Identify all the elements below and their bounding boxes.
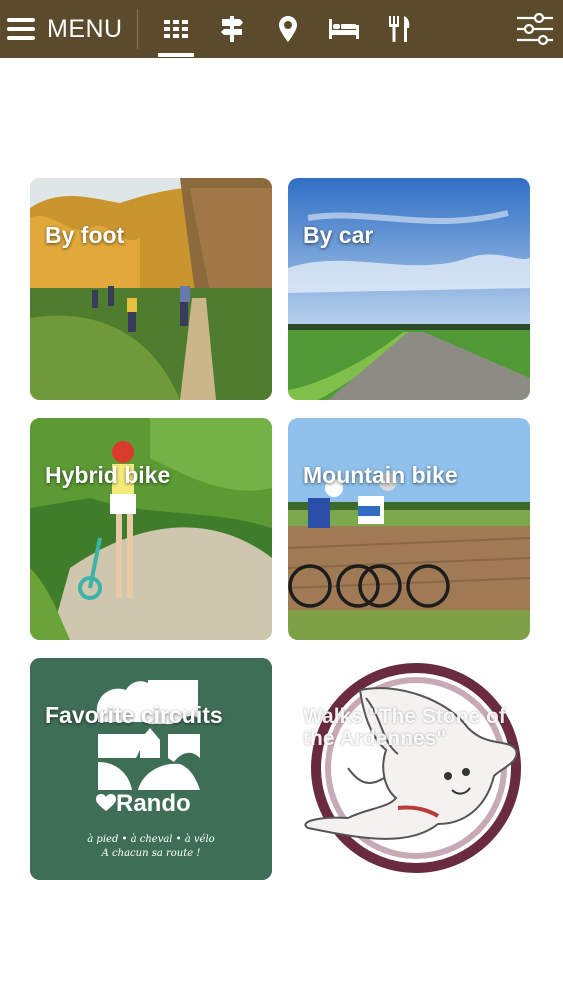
signpost-icon: [220, 16, 243, 42]
tile-by-foot[interactable]: By foot: [30, 178, 272, 400]
rando-logo-title: Rando: [116, 790, 191, 817]
nav-tab-grid[interactable]: [148, 0, 204, 58]
tile-label-by-car: By car: [303, 222, 374, 248]
nav-divider: [136, 9, 138, 49]
tile-hybrid-bike[interactable]: Hybrid bike: [30, 418, 272, 640]
mountain-bike-photo: [288, 418, 530, 640]
tile-label-hybrid-bike: Hybrid bike: [45, 462, 171, 488]
tile-label-mountain-bike: Mountain bike: [303, 462, 458, 488]
bed-icon: [328, 19, 359, 39]
tile-favorite-circuits[interactable]: Rando à pied • à cheval • à vélo A chacu…: [30, 658, 272, 880]
menu-button[interactable]: MENU: [0, 0, 137, 58]
top-nav-bar: MENU: [0, 0, 563, 58]
tile-label-by-foot: By foot: [45, 222, 125, 248]
child-bike-photo: [30, 418, 272, 640]
tile-by-car[interactable]: By car: [288, 178, 530, 400]
map-pin-icon: [278, 16, 297, 42]
hamburger-icon: [7, 18, 35, 40]
ghost-mascot-logo: [288, 658, 530, 880]
rando-logo-icon: [30, 658, 272, 880]
heart-icon: [96, 794, 116, 811]
tile-mountain-bike[interactable]: Mountain bike: [288, 418, 530, 640]
tile-label-favorite-circuits: Favorite circuits: [45, 702, 223, 728]
tile-label-walks-stone-ardennes: Walks "The Stone of the Ardennes": [303, 705, 506, 750]
menu-label: MENU: [47, 14, 123, 43]
nav-tab-map[interactable]: [260, 0, 316, 58]
grid-icon: [163, 20, 188, 38]
hiking-photo: [30, 178, 272, 400]
restaurant-icon: [388, 16, 409, 42]
rando-tagline-1: à pied • à cheval • à vélo: [87, 834, 215, 845]
sliders-icon[interactable]: [517, 12, 553, 46]
nav-tab-lodging[interactable]: [316, 0, 372, 58]
nav-tab-restaurants[interactable]: [372, 0, 428, 58]
tile-walks-stone-ardennes[interactable]: Walks "The Stone of the Ardennes": [288, 658, 530, 880]
road-photo: [288, 178, 530, 400]
rando-tagline-2: A chacun sa route !: [101, 848, 201, 859]
nav-tab-trails[interactable]: [204, 0, 260, 58]
